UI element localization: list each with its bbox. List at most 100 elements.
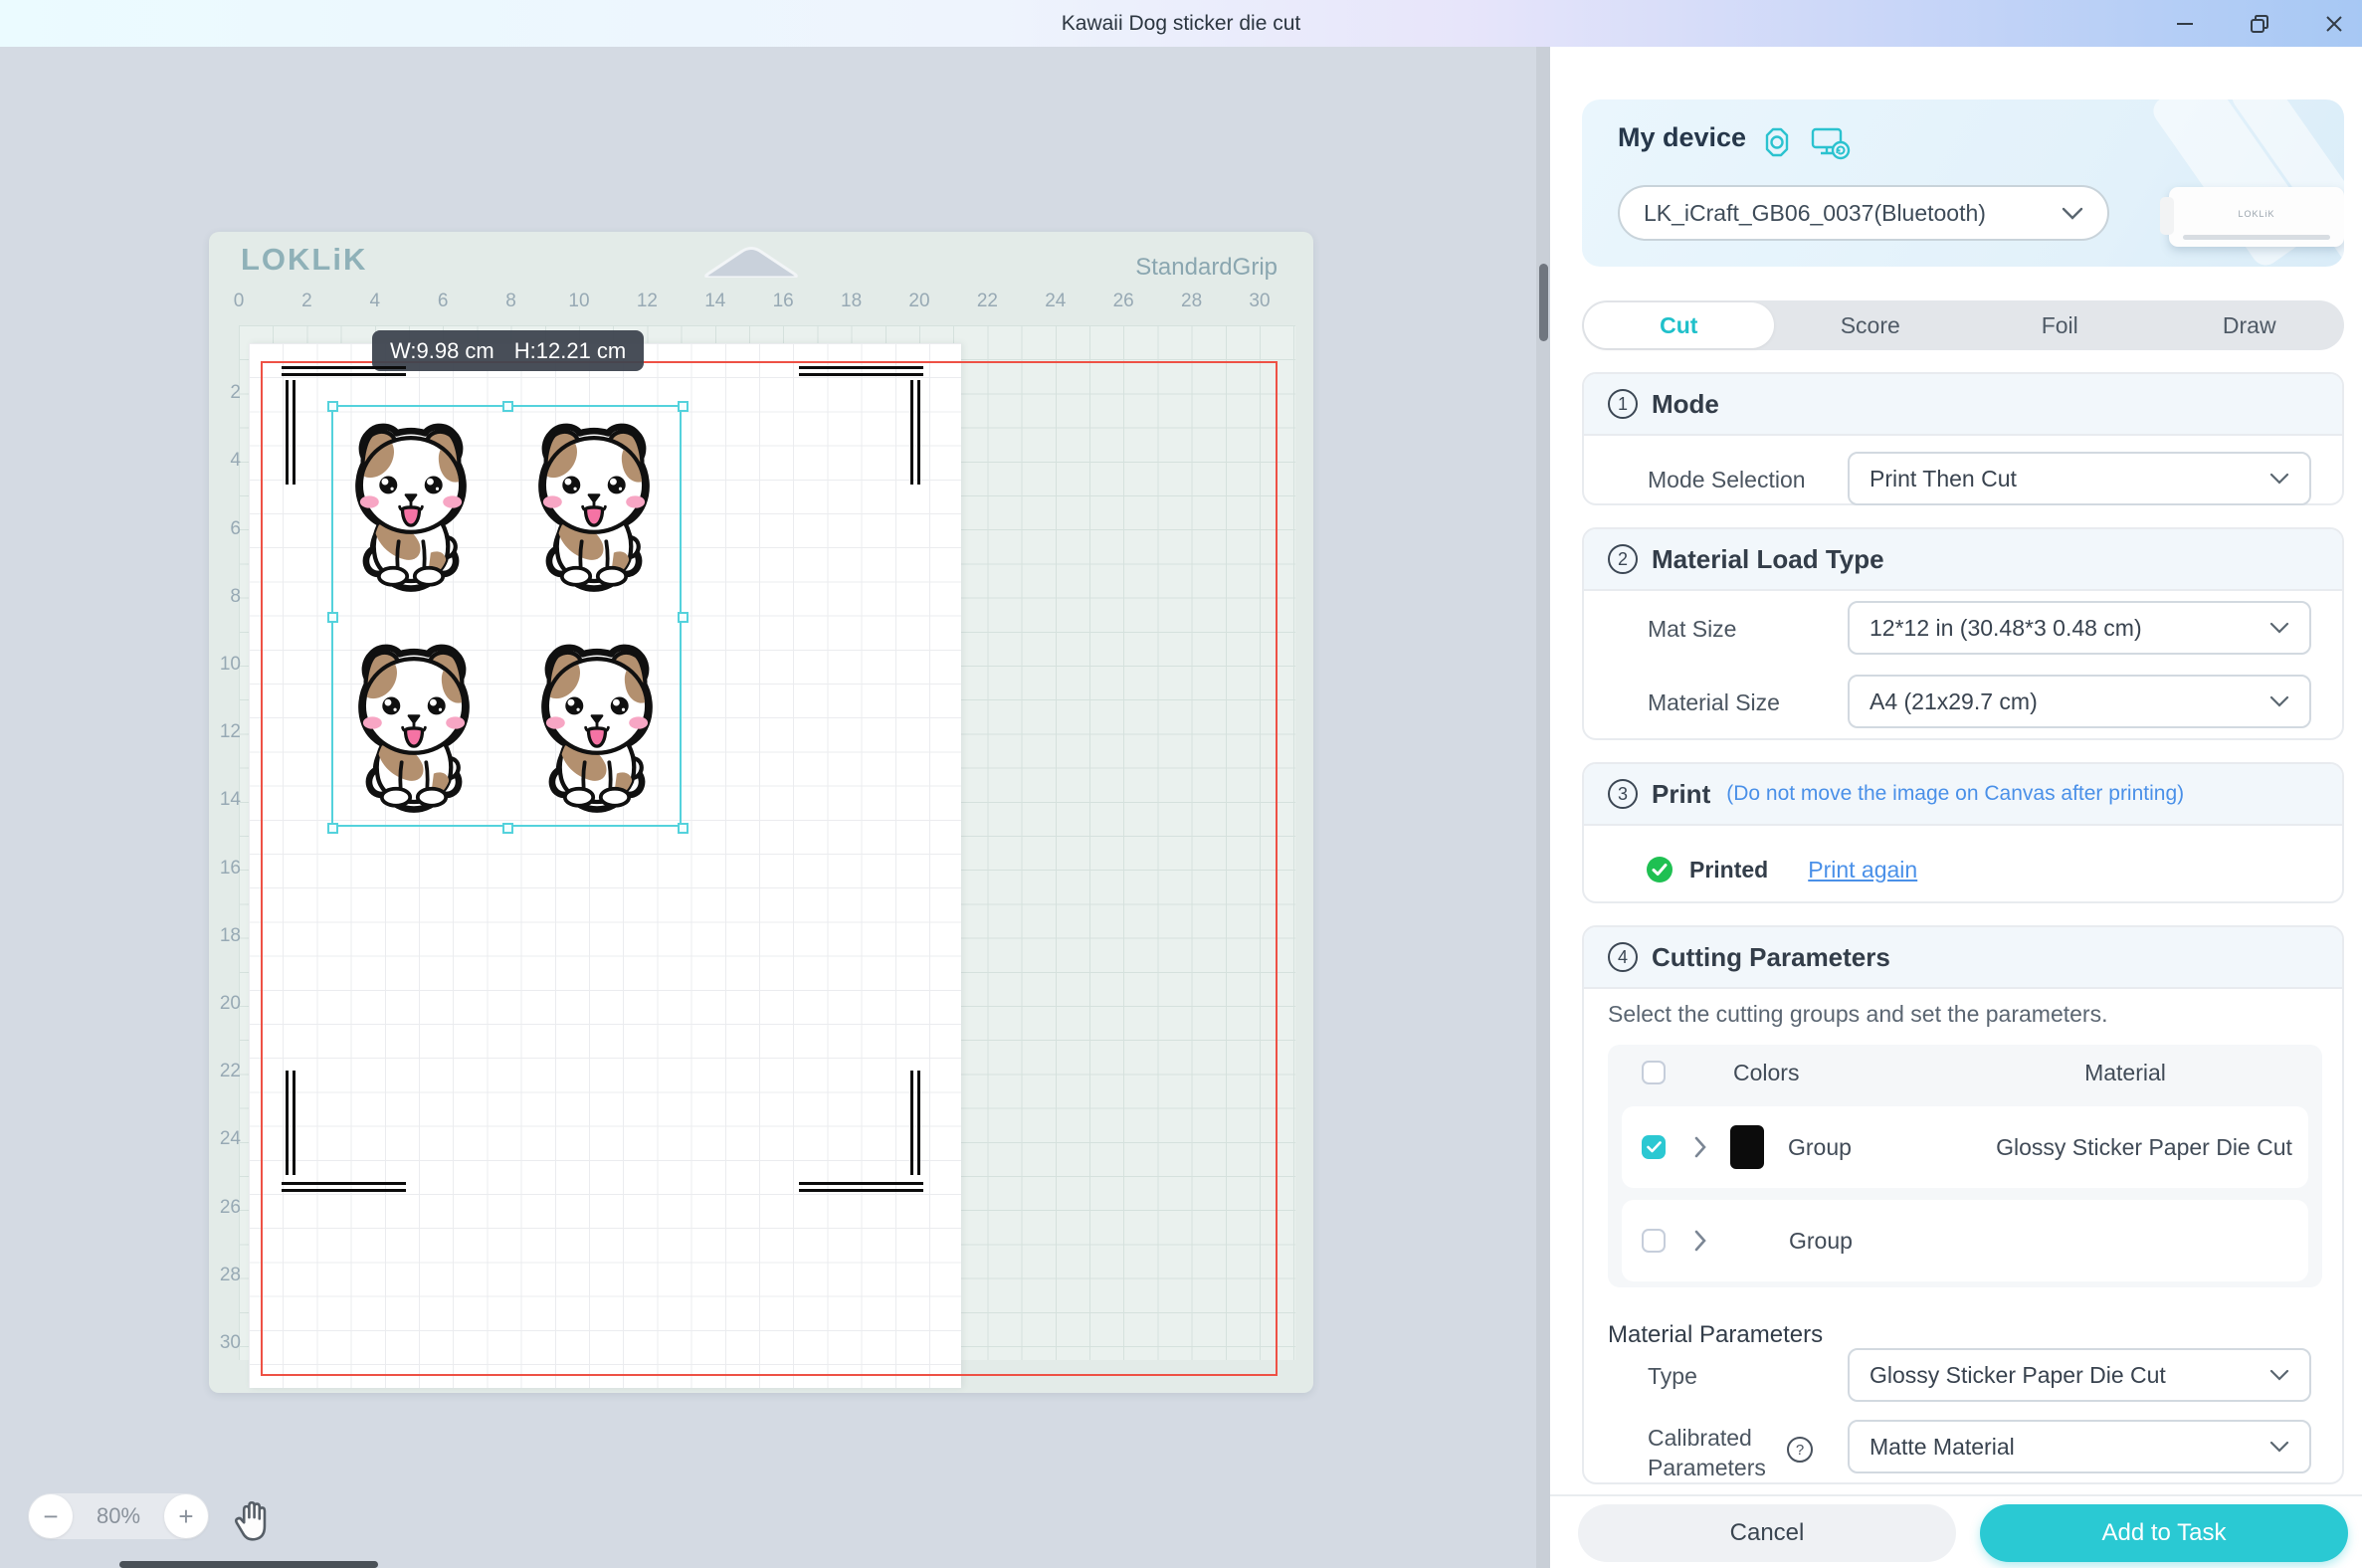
material-column-header: Material xyxy=(1956,1060,2294,1086)
selection-handle[interactable] xyxy=(327,823,338,834)
registration-mark xyxy=(917,1071,920,1175)
registration-mark xyxy=(282,373,406,376)
registration-mark xyxy=(799,1189,923,1192)
dog-sticker[interactable] xyxy=(343,639,485,824)
mat-size-select[interactable]: 12*12 in (30.48*3 0.48 cm) xyxy=(1848,601,2311,655)
chevron-down-icon xyxy=(2269,473,2289,485)
chevron-right-icon[interactable] xyxy=(1693,1135,1708,1159)
selection-handle[interactable] xyxy=(327,401,338,412)
zoom-level: 80% xyxy=(97,1503,140,1529)
pan-tool-button[interactable] xyxy=(231,1499,273,1548)
registration-mark xyxy=(286,1071,289,1175)
ruler-tick: 6 xyxy=(438,291,449,312)
calibrated-parameters-select[interactable]: Matte Material xyxy=(1848,1420,2311,1473)
mat-size-label: Mat Size xyxy=(1648,616,1736,643)
selection-handle[interactable] xyxy=(678,401,689,412)
select-all-checkbox[interactable] xyxy=(1642,1061,1666,1084)
hand-icon xyxy=(231,1499,273,1543)
settings-panel: My device LK_iCraft_GB06_0037(Bluetooth)… xyxy=(1550,47,2362,1568)
design-canvas[interactable]: LOKLiK StandardGrip W:9.98 cm H:12.21 cm… xyxy=(0,47,1536,1568)
registration-mark xyxy=(282,366,406,369)
tab-foil[interactable]: Foil xyxy=(1965,300,2155,350)
minimize-button[interactable] xyxy=(2169,8,2201,40)
cutting-description: Select the cutting groups and set the pa… xyxy=(1608,1001,2107,1028)
dog-sticker[interactable] xyxy=(340,418,482,603)
device-connection-button[interactable] xyxy=(1809,124,1853,167)
close-button[interactable] xyxy=(2318,8,2350,40)
cancel-button[interactable]: Cancel xyxy=(1578,1504,1956,1562)
device-section-title: My device xyxy=(1618,122,1746,153)
zoom-out-button[interactable]: − xyxy=(29,1494,73,1538)
ruler-tick: 10 xyxy=(203,654,241,676)
dog-sticker[interactable] xyxy=(523,418,665,603)
selection-handle[interactable] xyxy=(327,612,338,623)
check-circle-icon xyxy=(1646,856,1673,883)
close-icon xyxy=(2324,14,2344,34)
group-row[interactable]: Group xyxy=(1622,1200,2308,1281)
panel-scrollbar[interactable] xyxy=(1539,264,1548,341)
tab-draw[interactable]: Draw xyxy=(2155,300,2345,350)
my-device-card: My device LK_iCraft_GB06_0037(Bluetooth)… xyxy=(1582,99,2344,267)
ruler-tick: 12 xyxy=(637,291,658,312)
device-name: LK_iCraft_GB06_0037(Bluetooth) xyxy=(1644,200,1986,227)
step-number: 4 xyxy=(1608,942,1638,972)
help-icon[interactable]: ? xyxy=(1787,1437,1813,1463)
chevron-right-icon[interactable] xyxy=(1693,1229,1708,1253)
ruler-tick: 28 xyxy=(203,1265,241,1286)
ruler-tick: 26 xyxy=(203,1197,241,1219)
operation-tabs: Cut Score Foil Draw xyxy=(1582,300,2344,350)
material-type-value: Glossy Sticker Paper Die Cut xyxy=(1870,1362,2166,1389)
mode-selection-label: Mode Selection xyxy=(1648,467,1806,493)
machine-image: LOKLiK xyxy=(2169,187,2344,247)
chevron-down-icon xyxy=(2269,1441,2289,1453)
minimize-icon xyxy=(2174,13,2196,35)
group-checkbox-checked[interactable] xyxy=(1642,1135,1666,1159)
selection-handle[interactable] xyxy=(678,823,689,834)
registration-mark xyxy=(910,1071,913,1175)
mode-select[interactable]: Print Then Cut xyxy=(1848,452,2311,505)
selection-box[interactable] xyxy=(331,405,682,827)
ruler-tick: 0 xyxy=(234,291,245,312)
group-label: Group xyxy=(1789,1228,1853,1255)
material-parameters-title: Material Parameters xyxy=(1608,1321,1823,1349)
ruler-tick: 20 xyxy=(908,291,929,312)
zoom-in-button[interactable]: + xyxy=(164,1494,208,1538)
restore-button[interactable] xyxy=(2244,8,2275,40)
selection-handle[interactable] xyxy=(678,612,689,623)
machine-slot xyxy=(2183,235,2330,240)
horizontal-scrollbar[interactable] xyxy=(119,1561,378,1568)
cutting-groups-table: Colors Material Group Glossy Sticker Pap… xyxy=(1608,1045,2322,1287)
registration-mark xyxy=(286,380,289,485)
cutting-parameters-title: Cutting Parameters xyxy=(1652,942,1890,973)
selection-handle[interactable] xyxy=(502,823,513,834)
registration-mark xyxy=(282,1182,406,1185)
group-label: Group xyxy=(1788,1134,1852,1161)
material-size-value: A4 (21x29.7 cm) xyxy=(1870,688,2038,715)
group-checkbox[interactable] xyxy=(1642,1229,1666,1253)
device-select[interactable]: LK_iCraft_GB06_0037(Bluetooth) xyxy=(1618,185,2109,241)
dog-sticker[interactable] xyxy=(526,639,668,824)
mat-notch xyxy=(696,246,806,278)
material-type-select[interactable]: Glossy Sticker Paper Die Cut xyxy=(1848,1348,2311,1402)
material-size-label: Material Size xyxy=(1648,689,1780,716)
mode-title: Mode xyxy=(1652,389,1719,420)
mode-header: 1 Mode xyxy=(1584,374,2342,436)
material-size-select[interactable]: A4 (21x29.7 cm) xyxy=(1848,675,2311,728)
registration-mark xyxy=(282,1189,406,1192)
tab-score[interactable]: Score xyxy=(1776,300,1966,350)
color-swatch[interactable] xyxy=(1730,1125,1764,1169)
tab-cut[interactable]: Cut xyxy=(1584,302,1774,348)
colors-column-header: Colors xyxy=(1733,1060,1799,1086)
cutting-parameters-header: 4 Cutting Parameters xyxy=(1584,927,2342,989)
ruler-tick: 6 xyxy=(203,518,241,540)
group-row[interactable]: Group Glossy Sticker Paper Die Cut xyxy=(1622,1106,2308,1188)
selection-handle[interactable] xyxy=(502,401,513,412)
print-again-link[interactable]: Print again xyxy=(1808,857,1917,883)
cutting-parameters-section: 4 Cutting Parameters Select the cutting … xyxy=(1582,925,2344,1484)
device-settings-button[interactable] xyxy=(1759,124,1795,165)
add-to-task-button[interactable]: Add to Task xyxy=(1980,1504,2348,1562)
restore-icon xyxy=(2249,13,2270,35)
group-material: Glossy Sticker Paper Die Cut xyxy=(1980,1134,2308,1161)
ruler-tick: 18 xyxy=(841,291,862,312)
ruler-tick: 30 xyxy=(203,1332,241,1354)
